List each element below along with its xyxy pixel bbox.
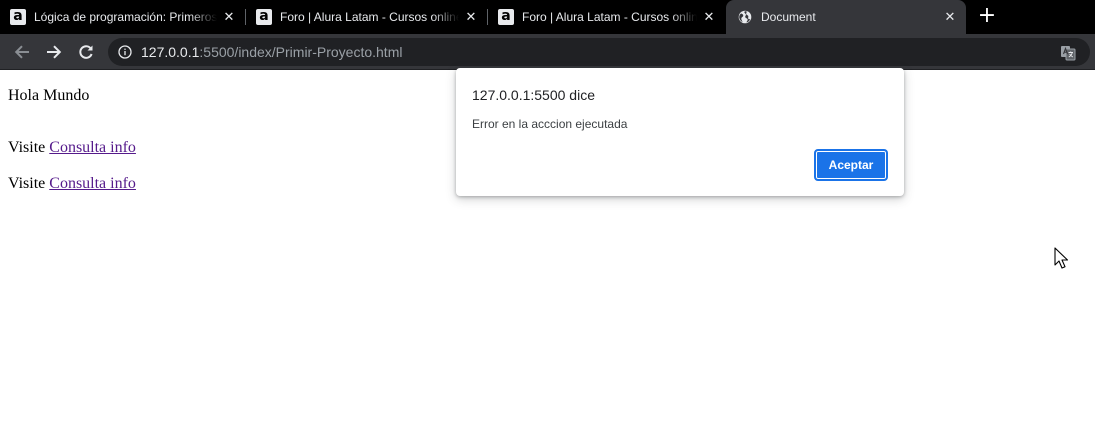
url-path: :5500/index/Primir-Proyecto.html — [199, 44, 403, 60]
forward-button[interactable] — [42, 40, 66, 64]
tab-foro-1[interactable]: a Foro | Alura Latam - Cursos online de … — [246, 0, 487, 34]
arrow-right-icon — [47, 45, 62, 59]
browser-toolbar: 127.0.0.1:5500/index/Primir-Proyecto.htm… — [0, 34, 1095, 70]
hello-text: Hola Mundo — [8, 87, 90, 104]
new-tab-button[interactable]: + — [976, 5, 998, 29]
visit-label: Visite — [8, 139, 46, 156]
alert-dialog: 127.0.0.1:5500 dice Error en la acccion … — [456, 68, 904, 196]
tab-strip: a Lógica de programación: Primeros pasos… — [0, 0, 1095, 34]
reload-button[interactable] — [74, 40, 98, 64]
back-button[interactable] — [10, 40, 34, 64]
url-host: 127.0.0.1 — [141, 44, 200, 60]
close-tab-icon[interactable]: ✕ — [701, 9, 717, 25]
consulta-info-link[interactable]: Consulta info — [49, 139, 136, 156]
tab-title: Lógica de programación: Primeros pasos — [34, 10, 217, 24]
arrow-left-icon — [14, 45, 29, 59]
tab-logica[interactable]: a Lógica de programación: Primeros pasos… — [0, 0, 245, 34]
mouse-cursor-icon — [1054, 247, 1068, 269]
info-icon[interactable] — [118, 45, 132, 59]
tab-title: Document — [761, 10, 816, 24]
address-bar[interactable]: 127.0.0.1:5500/index/Primir-Proyecto.htm… — [108, 38, 1090, 66]
url-text[interactable]: 127.0.0.1:5500/index/Primir-Proyecto.htm… — [141, 44, 402, 60]
visit-label: Visite — [8, 175, 46, 192]
close-tab-icon[interactable]: ✕ — [942, 9, 958, 25]
dialog-title: 127.0.0.1:5500 dice — [472, 87, 595, 103]
tab-title: Foro | Alura Latam - Cursos online de te… — [522, 10, 697, 24]
visit-line: Visite Consulta info — [8, 139, 136, 157]
alura-icon: a — [10, 9, 26, 25]
globe-icon — [738, 10, 752, 24]
alura-icon: a — [498, 9, 514, 25]
accept-button[interactable]: Aceptar — [814, 149, 888, 181]
dialog-message: Error en la acccion ejecutada — [472, 117, 628, 131]
tab-foro-2[interactable]: a Foro | Alura Latam - Cursos online de … — [488, 0, 725, 34]
alura-icon: a — [256, 9, 272, 25]
translate-icon[interactable] — [1060, 45, 1076, 61]
visit-line: Visite Consulta info — [8, 175, 136, 193]
close-tab-icon[interactable]: ✕ — [221, 9, 237, 25]
tab-title: Foro | Alura Latam - Cursos online de te… — [280, 10, 459, 24]
reload-icon — [79, 45, 93, 59]
close-tab-icon[interactable]: ✕ — [463, 9, 479, 25]
tab-document[interactable]: Document ✕ — [726, 0, 966, 34]
consulta-info-link[interactable]: Consulta info — [49, 175, 136, 192]
